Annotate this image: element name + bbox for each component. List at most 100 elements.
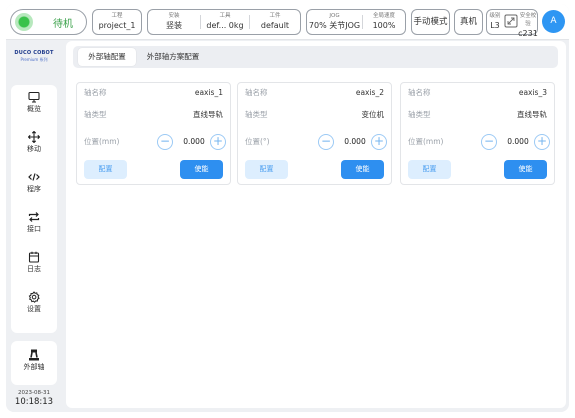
axis-type-value: 变位机 — [361, 110, 385, 119]
axis-name-value: eaxis_2 — [355, 88, 384, 97]
sidebar: DUCO COBOT Premium 系列 概览 移动 程序 接口 日志 设置 … — [6, 41, 62, 412]
main-panel: 外部轴配置 外部轴方案配置 轴名称 eaxis_1 轴类型 直线导轨 位置(mm… — [66, 41, 566, 408]
position-label: 位置(mm) — [408, 137, 444, 146]
jog-speed-group: JOG 70% 关节JOG 全局速度 100% — [306, 9, 406, 35]
move-arrows-icon — [28, 131, 40, 143]
axis-name-row: 轴名称 eaxis_3 — [408, 87, 547, 99]
enable-button[interactable]: 使能 — [180, 160, 223, 179]
install-selector[interactable]: 安装 竖装 — [148, 10, 200, 34]
global-speed-label: 全局速度 — [372, 13, 395, 19]
axis-name-value: eaxis_3 — [518, 88, 547, 97]
level-indicator: 级别 L3 — [487, 10, 503, 34]
enable-button[interactable]: 使能 — [504, 160, 547, 179]
sidebar-item-move[interactable]: 移动 — [11, 128, 57, 162]
tool-label: 工具 — [219, 13, 231, 19]
monitor-icon — [28, 91, 40, 103]
install-tool-work-group: 安装 竖装 工具 def... 0kg 工件 default — [147, 9, 301, 35]
clock: 2023-08-31 10:18:13 — [6, 389, 62, 408]
safety-check-indicator: 安全校验 c231 — [518, 10, 538, 38]
position-value: 0.000 — [344, 137, 366, 146]
safety-check-value: c231 — [518, 29, 538, 38]
sidebar-item-label: 接口 — [27, 225, 41, 233]
level-safety-group: 级别 L3 安全校验 c231 — [486, 9, 538, 38]
plus-icon[interactable]: + — [534, 134, 550, 150]
gear-icon — [28, 291, 40, 303]
code-icon — [28, 173, 40, 181]
brand-logo: DUCO COBOT Premium 系列 — [11, 46, 57, 68]
axis-type-label: 轴类型 — [408, 110, 431, 119]
sidebar-item-interface[interactable]: 接口 — [11, 208, 57, 242]
config-button[interactable]: 配置 — [84, 160, 127, 179]
work-label: 工件 — [269, 13, 281, 19]
axis-type-value: 直线导轨 — [193, 110, 223, 119]
tab-external-axis-config[interactable]: 外部轴配置 — [78, 48, 136, 66]
axis-type-label: 轴类型 — [245, 110, 268, 119]
plus-icon[interactable]: + — [371, 134, 387, 150]
minus-icon[interactable]: − — [481, 134, 497, 150]
install-label: 安装 — [168, 13, 180, 19]
work-selector[interactable]: 工件 default — [250, 10, 300, 34]
position-row: 位置(mm) − 0.000 + — [84, 133, 226, 151]
axis-name-label: 轴名称 — [84, 88, 107, 97]
jog-label: JOG — [329, 13, 340, 19]
fullscreen-icon[interactable] — [504, 14, 518, 28]
manual-mode-button[interactable]: 手动模式 — [411, 9, 450, 35]
tab-bar: 外部轴配置 外部轴方案配置 — [73, 46, 558, 68]
axis-card: 轴名称 eaxis_1 轴类型 直线导轨 位置(mm) − 0.000 + 配置… — [76, 82, 231, 185]
global-speed-selector[interactable]: 全局速度 100% — [363, 10, 405, 34]
swap-arrows-icon — [28, 212, 40, 222]
axis-type-row: 轴类型 直线导轨 — [408, 109, 547, 121]
level-label: 级别 — [489, 13, 501, 19]
jog-selector[interactable]: JOG 70% 关节JOG — [307, 10, 362, 34]
install-value: 竖装 — [166, 21, 182, 30]
project-selector[interactable]: 工程 project_1 — [92, 9, 142, 35]
tab-external-axis-scheme-config[interactable]: 外部轴方案配置 — [137, 48, 209, 66]
position-value: 0.000 — [507, 137, 529, 146]
sidebar-item-log[interactable]: 日志 — [11, 248, 57, 282]
axis-name-label: 轴名称 — [408, 88, 431, 97]
position-row: 位置(°) − 0.000 + — [245, 133, 387, 151]
nav-menu: 概览 移动 程序 接口 日志 设置 — [11, 85, 57, 333]
clock-date: 2023-08-31 — [18, 390, 50, 396]
axis-type-row: 轴类型 直线导轨 — [84, 109, 223, 121]
axis-type-row: 轴类型 变位机 — [245, 109, 384, 121]
app-frame: 待机 工程 project_1 安装 竖装 工具 def... 0kg 工件 d… — [6, 4, 569, 412]
work-value: default — [260, 21, 290, 30]
sidebar-item-external-axis[interactable]: 外部轴 — [11, 341, 57, 385]
robot-status-toggle[interactable]: 待机 — [10, 9, 87, 35]
robot-icon — [29, 349, 39, 361]
top-bar: 待机 工程 project_1 安装 竖装 工具 def... 0kg 工件 d… — [6, 4, 569, 40]
project-value: project_1 — [98, 21, 136, 30]
enable-button[interactable]: 使能 — [341, 160, 384, 179]
tool-selector[interactable]: 工具 def... 0kg — [201, 10, 249, 34]
position-label: 位置(°) — [245, 137, 270, 146]
sidebar-item-overview[interactable]: 概览 — [11, 88, 57, 122]
project-label: 工程 — [111, 13, 123, 19]
axis-type-label: 轴类型 — [84, 110, 107, 119]
position-label: 位置(mm) — [84, 137, 120, 146]
avatar[interactable]: A — [542, 10, 565, 33]
calendar-icon — [28, 251, 40, 263]
axis-name-value: eaxis_1 — [194, 88, 223, 97]
tool-value: def... 0kg — [206, 21, 244, 30]
config-button[interactable]: 配置 — [245, 160, 288, 179]
sidebar-item-program[interactable]: 程序 — [11, 168, 57, 202]
real-robot-button[interactable]: 真机 — [454, 9, 483, 35]
logo-sub-text: Premium 系列 — [20, 57, 48, 62]
config-button[interactable]: 配置 — [408, 160, 451, 179]
axis-card: 轴名称 eaxis_3 轴类型 直线导轨 位置(mm) − 0.000 + 配置… — [400, 82, 555, 185]
global-speed-value: 100% — [372, 21, 396, 30]
position-row: 位置(mm) − 0.000 + — [408, 133, 550, 151]
axis-name-row: 轴名称 eaxis_2 — [245, 87, 384, 99]
minus-icon[interactable]: − — [318, 134, 334, 150]
plus-icon[interactable]: + — [210, 134, 226, 150]
status-indicator-icon — [15, 13, 33, 31]
sidebar-item-settings[interactable]: 设置 — [11, 288, 57, 322]
axis-card: 轴名称 eaxis_2 轴类型 变位机 位置(°) − 0.000 + 配置 使… — [237, 82, 392, 185]
minus-icon[interactable]: − — [157, 134, 173, 150]
level-value: L3 — [490, 21, 500, 30]
axis-type-value: 直线导轨 — [517, 110, 547, 119]
sidebar-item-label: 日志 — [27, 265, 41, 273]
axis-name-row: 轴名称 eaxis_1 — [84, 87, 223, 99]
safety-check-label: 安全校验 — [519, 13, 537, 27]
